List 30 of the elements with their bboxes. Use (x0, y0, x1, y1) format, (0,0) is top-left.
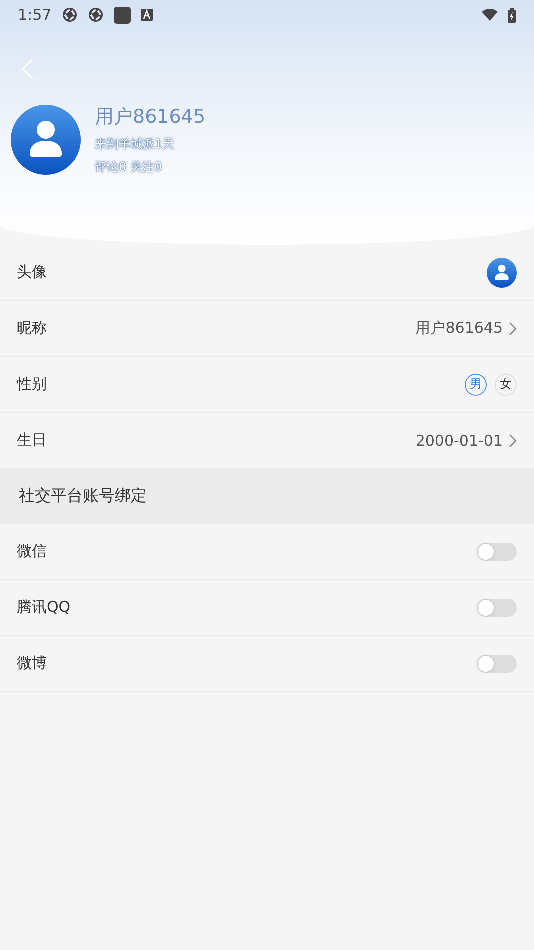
section-title: 社交平台账号绑定 (19, 486, 147, 507)
user-name: 用户861645 (95, 105, 206, 130)
avatar-icon (487, 258, 517, 288)
chevron-icon (509, 434, 517, 448)
gender-option[interactable]: 女 (495, 374, 517, 396)
gender-option[interactable]: 男 (465, 374, 487, 396)
join-days: 来到羊城派1天 (95, 136, 206, 153)
wifi-icon (482, 9, 498, 21)
chevron-icon (509, 322, 517, 336)
square-icon (114, 6, 131, 24)
row-label: 生日 (17, 431, 47, 449)
toggle-switch[interactable] (477, 598, 517, 616)
row-value: 用户861645 (416, 319, 503, 338)
row-value: 2000-01-01 (416, 432, 503, 450)
status-time: 1:57 (18, 6, 52, 24)
back-icon[interactable] (22, 58, 34, 80)
toggle-switch[interactable] (477, 542, 517, 560)
row-label: 微信 (17, 542, 47, 560)
row-label: 腾讯QQ (17, 598, 71, 616)
keyboard-icon (140, 9, 153, 21)
row-label: 微博 (17, 654, 47, 672)
battery-icon (508, 8, 516, 22)
app-icon (88, 7, 104, 23)
user-stats: 评论0 关注0 (95, 159, 164, 176)
row-label: 头像 (17, 263, 47, 281)
app-icon (62, 7, 78, 23)
toggle-switch[interactable] (477, 654, 517, 672)
row-label: 性别 (17, 375, 47, 393)
row-label: 昵称 (17, 319, 47, 337)
avatar-icon (11, 105, 81, 175)
